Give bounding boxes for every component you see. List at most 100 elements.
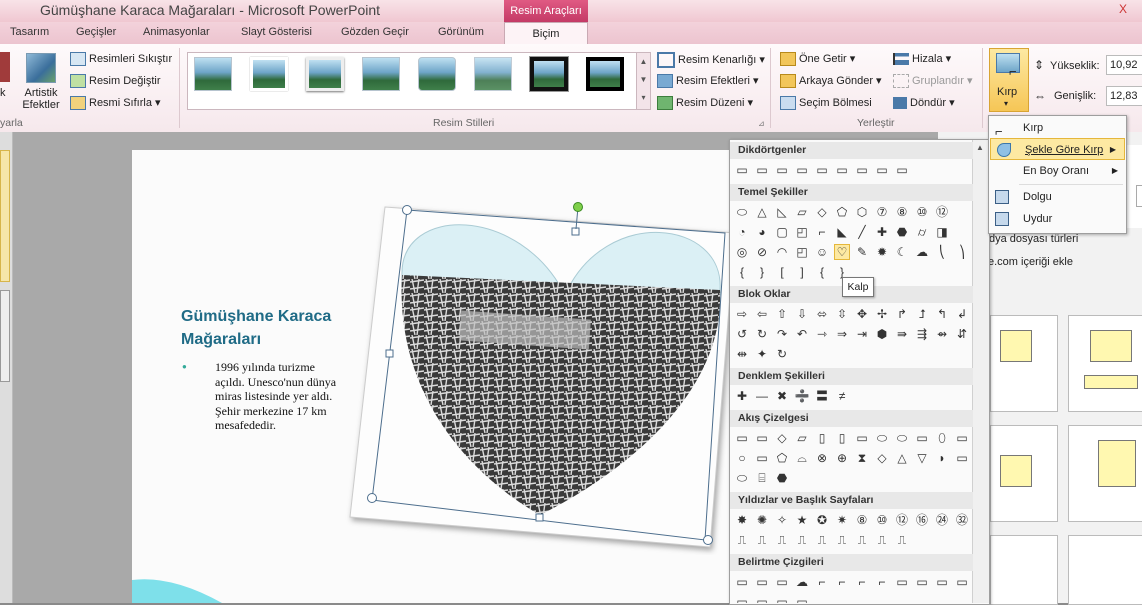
shape-option[interactable]: ☾ <box>894 244 910 260</box>
shape-option[interactable]: ▭ <box>874 162 890 178</box>
shape-option[interactable]: ▭ <box>834 162 850 178</box>
shape-option[interactable]: ⇾ <box>814 326 830 342</box>
window-close-icon[interactable]: X <box>1108 2 1138 16</box>
shape-option[interactable]: ⌐ <box>834 574 850 590</box>
shape-option[interactable]: ⇥ <box>854 326 870 342</box>
shape-option[interactable]: △ <box>894 450 910 466</box>
shape-option[interactable]: ㉜ <box>954 512 970 528</box>
shape-option[interactable]: ⎍ <box>874 532 890 548</box>
clipart-result[interactable] <box>1068 535 1142 605</box>
shape-option[interactable]: ↷ <box>774 326 790 342</box>
shape-option[interactable]: { <box>734 264 750 280</box>
shape-option[interactable]: ⬣ <box>894 224 910 240</box>
shape-option[interactable]: ⑫ <box>934 204 950 220</box>
shape-option[interactable]: ▭ <box>754 594 770 603</box>
tab-gecisler[interactable]: Geçişler <box>76 26 116 38</box>
search-field-partial[interactable] <box>1136 185 1142 207</box>
shape-option[interactable]: ◇ <box>874 450 890 466</box>
shape-option[interactable]: ⎍ <box>854 532 870 548</box>
shape-option[interactable]: ▭ <box>734 594 750 603</box>
shape-option[interactable]: ⬡ <box>854 204 870 220</box>
shape-option[interactable]: ⬄ <box>814 306 830 322</box>
shape-option[interactable]: ⊕ <box>834 450 850 466</box>
slide-thumbnail[interactable] <box>0 290 10 382</box>
shape-option[interactable]: ★ <box>794 512 810 528</box>
tab-bicim[interactable]: Biçim <box>504 22 588 45</box>
shape-option[interactable]: } <box>754 264 770 280</box>
shape-option[interactable]: ⮥ <box>914 306 930 322</box>
shape-option[interactable]: [ <box>774 264 790 280</box>
shape-option[interactable]: ⑯ <box>914 512 930 528</box>
shape-option[interactable]: ⊘ <box>754 244 770 260</box>
shape-option[interactable]: ✥ <box>854 306 870 322</box>
bring-forward-button[interactable]: Öne Getir ▾ <box>780 52 855 67</box>
tab-gozden-gecir[interactable]: Gözden Geçir <box>341 26 409 38</box>
shape-option[interactable]: ✖ <box>774 388 790 404</box>
align-button[interactable]: Hizala ▾ <box>893 52 951 66</box>
shape-option[interactable]: ▭ <box>754 450 770 466</box>
shape-option[interactable]: ◔ <box>734 224 750 240</box>
shape-option[interactable]: ⎍ <box>814 532 830 548</box>
clipart-result[interactable] <box>990 535 1058 605</box>
shape-option[interactable]: ⌭ <box>914 224 930 240</box>
shape-option[interactable]: ▯ <box>834 430 850 446</box>
style-thumbnail[interactable] <box>194 57 232 91</box>
shape-option[interactable]: ✪ <box>814 512 830 528</box>
gallery-scroll[interactable]: ▲ ▼ ▾ <box>636 52 651 110</box>
shape-option[interactable]: ⌓ <box>794 450 810 466</box>
media-types-text[interactable]: dya dosyası türleri <box>989 233 1078 245</box>
style-thumbnail[interactable] <box>529 56 569 92</box>
shape-option[interactable]: ▭ <box>914 574 930 590</box>
shape-option[interactable]: ▭ <box>954 574 970 590</box>
shape-option[interactable]: ⇩ <box>794 306 810 322</box>
shape-option[interactable]: ↱ <box>894 306 910 322</box>
shape-option[interactable]: ✸ <box>734 512 750 528</box>
selection-pane-button[interactable]: Seçim Bölmesi <box>780 96 872 110</box>
shape-option[interactable]: ◠ <box>774 244 790 260</box>
shape-option[interactable]: ⬭ <box>874 430 890 446</box>
shape-option[interactable]: ⑦ <box>874 204 890 220</box>
shape-option[interactable]: ✚ <box>734 388 750 404</box>
shape-option[interactable]: ⌐ <box>814 224 830 240</box>
crop-menu-item-crop-to-shape[interactable]: Şekle Göre Kırp ▶ <box>990 138 1125 160</box>
width-input[interactable]: 12,83 <box>1106 86 1142 106</box>
scroll-up-icon[interactable]: ▲ <box>973 141 987 155</box>
shape-option[interactable]: ▱ <box>794 430 810 446</box>
shape-option[interactable]: ✷ <box>834 512 850 528</box>
shape-option[interactable]: ⑩ <box>874 512 890 528</box>
shape-option[interactable]: ⑫ <box>894 512 910 528</box>
shape-option[interactable]: { <box>814 264 830 280</box>
shape-option[interactable]: ⌸ <box>754 470 770 486</box>
shape-option[interactable]: ▭ <box>774 574 790 590</box>
shape-option[interactable]: ☁ <box>794 574 810 590</box>
online-content-text[interactable]: e.com içeriği ekle <box>988 256 1073 268</box>
shape-option[interactable]: ⇨ <box>734 306 750 322</box>
shape-option[interactable]: ◰ <box>794 244 810 260</box>
shape-option[interactable]: ▽ <box>914 450 930 466</box>
picture-effects-button[interactable]: Resim Efektleri ▾ <box>657 74 759 89</box>
shape-option[interactable]: ↺ <box>734 326 750 342</box>
shape-option[interactable]: ⌐ <box>874 574 890 590</box>
shape-option[interactable]: ⎍ <box>834 532 850 548</box>
corrections-label-partial[interactable]: k <box>0 87 6 99</box>
shape-option[interactable]: ▭ <box>854 430 870 446</box>
tab-tasarim[interactable]: Tasarım <box>10 26 49 38</box>
shape-option[interactable]: ▭ <box>754 574 770 590</box>
shape-option[interactable]: ◰ <box>794 224 810 240</box>
shape-option[interactable]: ⬠ <box>774 450 790 466</box>
shape-option[interactable]: ⊗ <box>814 450 830 466</box>
shape-option[interactable]: ▭ <box>734 430 750 446</box>
shape-option[interactable]: ⬠ <box>834 204 850 220</box>
shape-option[interactable]: ◇ <box>774 430 790 446</box>
style-thumbnail[interactable] <box>362 57 400 91</box>
shape-option[interactable]: ▭ <box>774 594 790 603</box>
shape-option[interactable]: ✦ <box>754 346 770 362</box>
shape-option[interactable]: ☁ <box>914 244 930 260</box>
crop-menu-item-aspect-ratio[interactable]: En Boy Oranı ▶ <box>989 160 1126 182</box>
shape-option[interactable]: ⇶ <box>914 326 930 342</box>
shape-option[interactable]: ▭ <box>794 162 810 178</box>
artistic-effects-button[interactable]: Artistik Efektler <box>16 87 66 111</box>
shape-option[interactable]: ✺ <box>754 512 770 528</box>
shape-option[interactable]: ↲ <box>954 306 970 322</box>
rotate-button[interactable]: Döndür ▾ <box>893 96 955 110</box>
